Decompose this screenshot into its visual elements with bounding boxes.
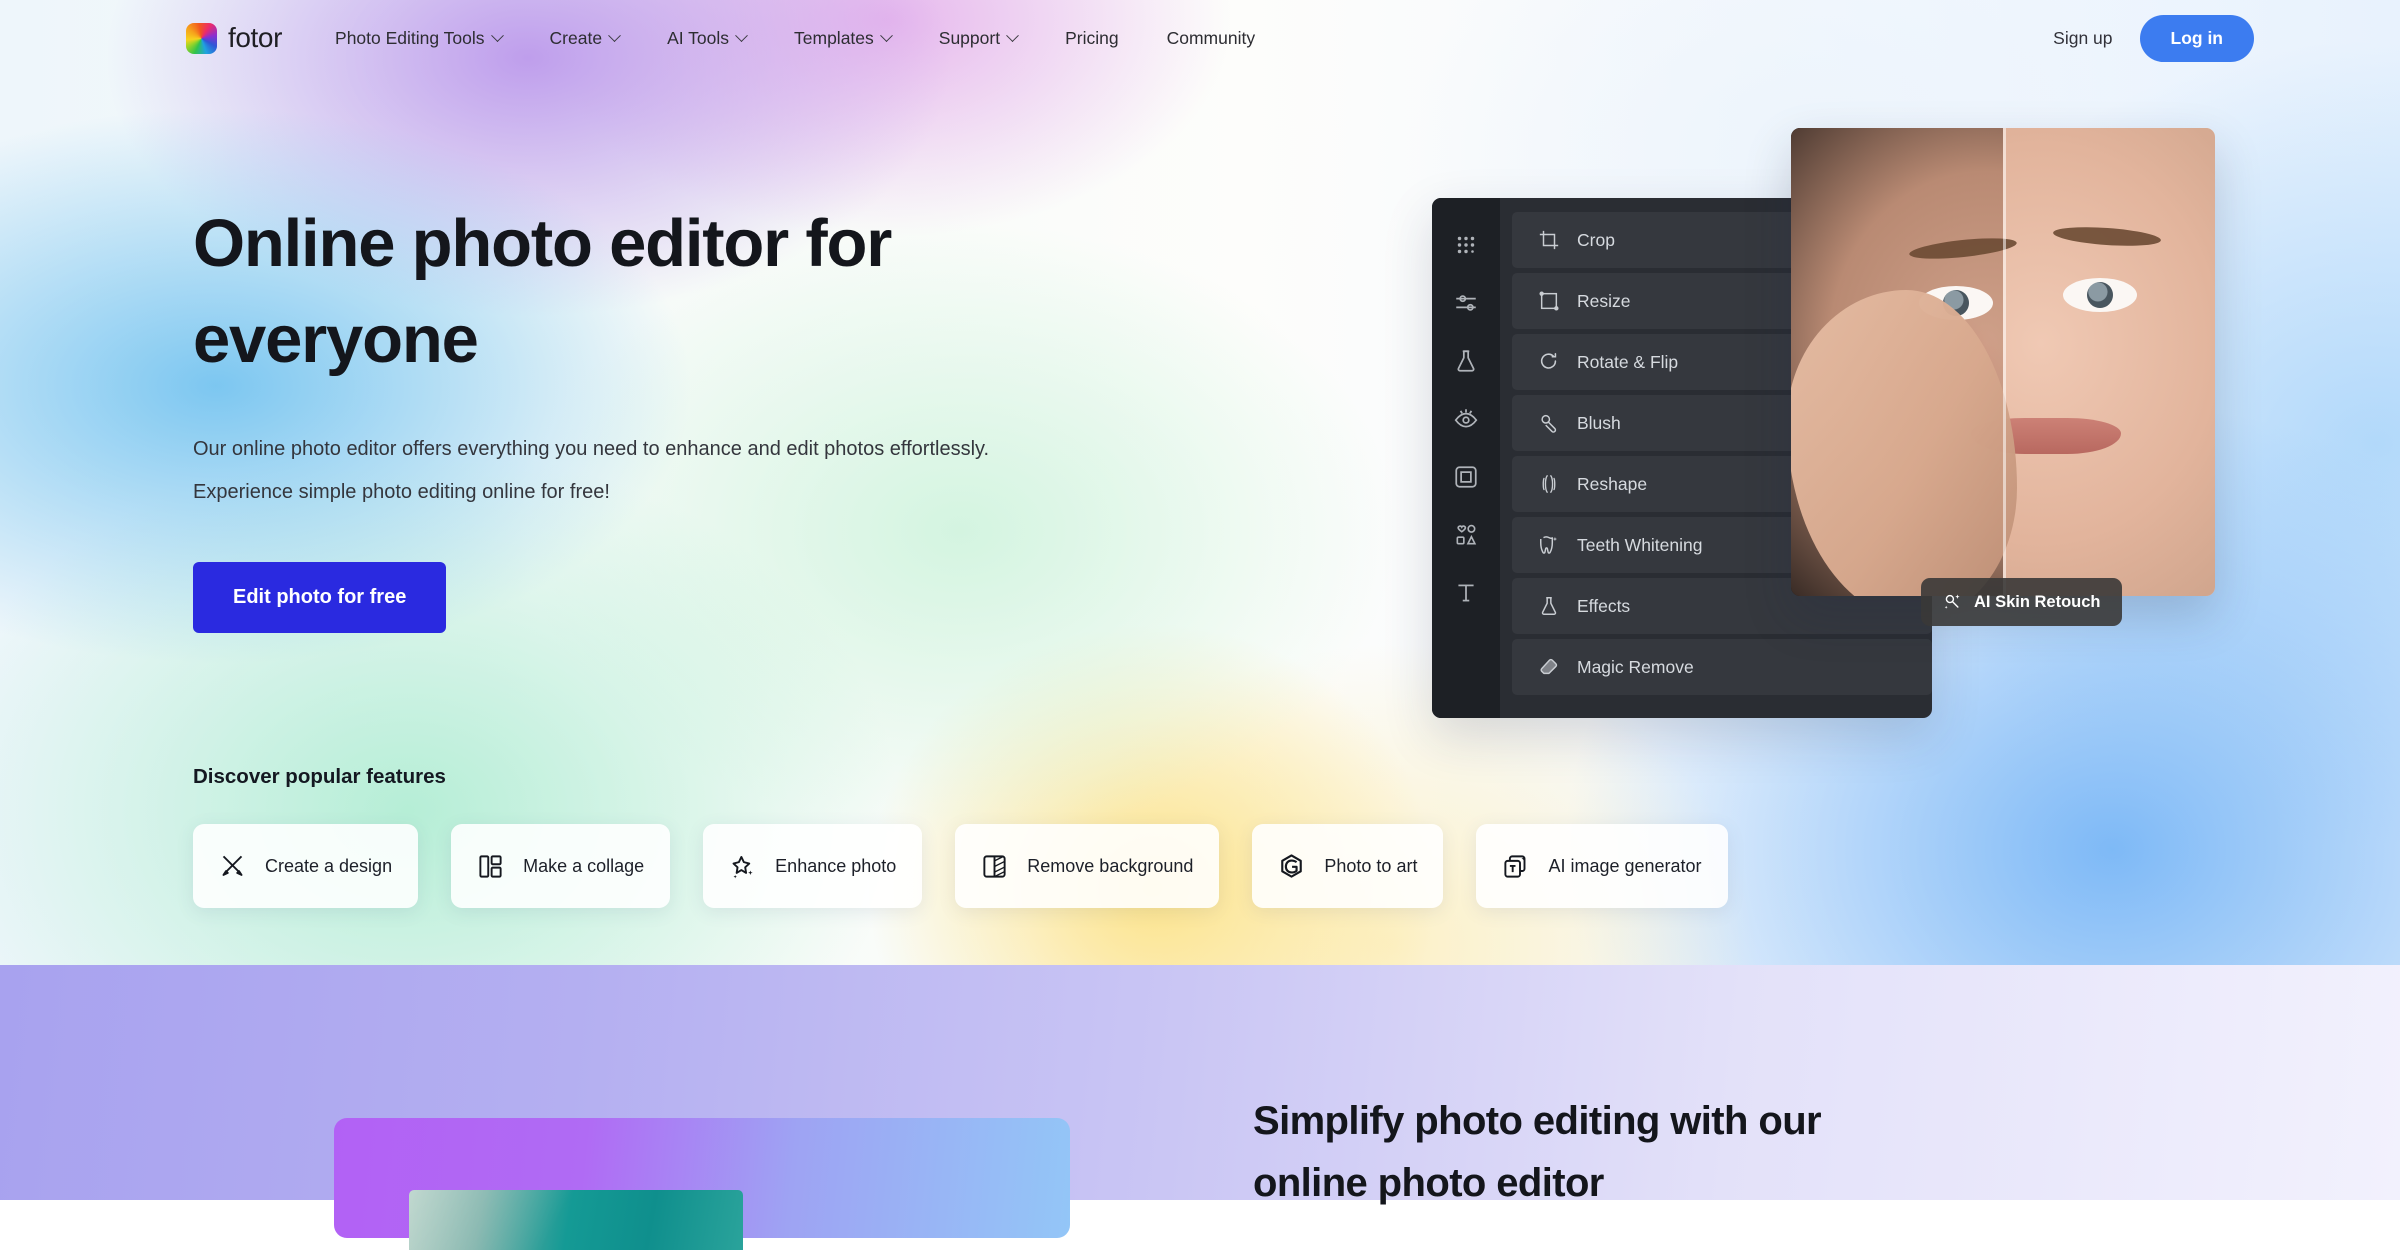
chevron-down-icon [490, 28, 504, 42]
apps-grid-icon[interactable] [1451, 230, 1481, 260]
tool-label: Resize [1577, 290, 1631, 311]
tool-label: Reshape [1577, 473, 1648, 494]
sparkle-star-icon [732, 855, 753, 878]
feature-card-list: Create a design Make a collage Enhance p… [193, 824, 1728, 908]
feature-card-label: Remove background [1027, 855, 1194, 876]
tool-label: Crop [1577, 229, 1615, 250]
nav-item-pricing[interactable]: Pricing [1041, 28, 1143, 49]
hero-subtitle-line-2: Experience simple photo editing online f… [193, 481, 610, 503]
top-navigation-bar: fotor Photo Editing Tools Create AI Tool… [0, 0, 2400, 76]
fotor-pinwheel-logo-icon [186, 22, 217, 54]
promo-heading: Simplify photo editing with our online p… [1253, 1090, 2153, 1214]
crop-icon [1539, 230, 1559, 250]
reshape-icon [1542, 475, 1556, 493]
eraser-icon [1540, 658, 1558, 675]
edit-photo-for-free-button[interactable]: Edit photo for free [193, 562, 447, 633]
feature-card-make-a-collage[interactable]: Make a collage [451, 824, 671, 908]
brand-logo[interactable]: fotor [186, 22, 282, 54]
chevron-down-icon [879, 28, 893, 42]
tool-label: Rotate & Flip [1577, 351, 1679, 372]
page-title: Online photo editor for everyone [193, 196, 1253, 388]
promo-photo-thumbnail [409, 1190, 743, 1250]
feature-card-create-a-design[interactable]: Create a design [193, 824, 419, 908]
editor-tool-rail [1432, 198, 1500, 718]
promo-heading-line-2: online photo editor [1253, 1161, 1604, 1205]
feature-card-photo-to-art[interactable]: Photo to art [1252, 824, 1444, 908]
before-after-divider [2003, 128, 2006, 596]
ai-skin-retouch-tooltip[interactable]: AI Skin Retouch [1921, 578, 2122, 626]
effects-flask-icon [1541, 597, 1557, 615]
text-tool-icon[interactable] [1451, 578, 1481, 608]
rotate-icon [1540, 352, 1557, 369]
nav-label: Support [938, 27, 1001, 48]
nav-account-actions: Sign up Log in [2053, 14, 2254, 62]
tool-label: Teeth Whitening [1577, 534, 1703, 555]
before-after-portrait-image [1791, 128, 2215, 596]
log-in-button[interactable]: Log in [2139, 14, 2254, 62]
nav-item-templates[interactable]: Templates [770, 28, 915, 49]
collage-grid-icon [479, 854, 502, 878]
tooth-icon [1540, 536, 1558, 554]
nav-label: Create [549, 27, 603, 48]
feature-card-remove-background[interactable]: Remove background [955, 824, 1220, 908]
portrait-iris-right [2087, 282, 2113, 308]
crossed-tools-icon [222, 855, 243, 876]
eye-retouch-icon[interactable] [1451, 404, 1481, 434]
remove-bg-icon [983, 854, 1006, 878]
nav-label: Pricing [1065, 27, 1119, 48]
feature-card-label: AI image generator [1548, 855, 1702, 876]
tool-label: Blush [1577, 412, 1621, 433]
popular-features-section: Discover popular features Create a desig… [193, 765, 1728, 908]
feature-card-label: Create a design [265, 855, 393, 876]
chevron-down-icon [608, 28, 621, 42]
hero-title-line-1: Online photo editor for [193, 206, 892, 281]
tooltip-label: AI Skin Retouch [1974, 592, 2101, 611]
nav-item-create[interactable]: Create [526, 28, 644, 49]
nav-item-ai-tools[interactable]: AI Tools [643, 28, 770, 49]
ai-sparkle-icon [1944, 594, 1960, 609]
promo-heading-line-1: Simplify photo editing with our [1253, 1099, 1822, 1143]
flask-effects-icon[interactable] [1451, 346, 1481, 376]
nav-item-photo-editing-tools[interactable]: Photo Editing Tools [311, 28, 526, 49]
hero-title-line-2: everyone [193, 302, 479, 377]
nav-label: Templates [794, 27, 874, 48]
frame-icon[interactable] [1451, 462, 1481, 492]
shapes-icon[interactable] [1451, 520, 1481, 550]
chevron-down-icon [735, 28, 748, 42]
nav-item-support[interactable]: Support [915, 28, 1041, 49]
feature-card-enhance-photo[interactable]: Enhance photo [703, 824, 923, 908]
ai-image-stack-icon [1504, 854, 1526, 878]
tool-label: Magic Remove [1577, 656, 1694, 677]
tool-label: Effects [1577, 595, 1631, 616]
adjust-sliders-icon[interactable] [1451, 288, 1481, 318]
hero-subtitle: Our online photo editor offers everythin… [193, 428, 1253, 514]
nav-label: Photo Editing Tools [335, 27, 485, 48]
nav-label: AI Tools [667, 27, 730, 48]
feature-card-label: Photo to art [1324, 855, 1418, 876]
feature-card-ai-image-generator[interactable]: AI image generator [1476, 824, 1728, 908]
nav-item-community[interactable]: Community [1143, 28, 1280, 49]
hero-copy: Online photo editor for everyone Our onl… [193, 196, 1253, 633]
sign-up-link[interactable]: Sign up [2053, 28, 2112, 49]
chevron-down-icon [1006, 28, 1019, 42]
brand-name: fotor [228, 22, 283, 53]
feature-card-label: Enhance photo [775, 855, 897, 876]
blush-icon [1541, 414, 1557, 433]
hero-subtitle-line-1: Our online photo editor offers everythin… [193, 438, 990, 460]
portrait-after-half [2003, 128, 2215, 596]
resize-icon [1539, 291, 1559, 311]
photo-to-art-icon [1281, 853, 1303, 878]
nav-label: Community [1166, 27, 1256, 48]
nav-links: Photo Editing Tools Create AI Tools Temp… [311, 28, 1279, 49]
features-section-title: Discover popular features [193, 765, 446, 788]
promo-illustration-card [334, 1118, 1070, 1250]
feature-card-label: Make a collage [523, 855, 645, 876]
tool-row-magic-remove[interactable]: Magic Remove [1512, 639, 1932, 695]
